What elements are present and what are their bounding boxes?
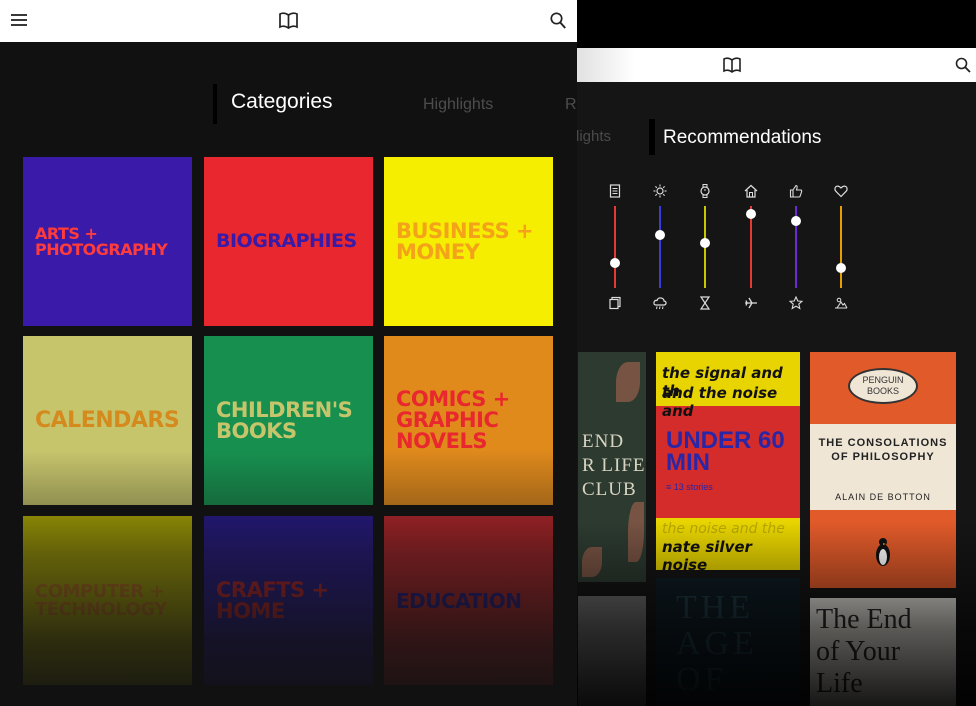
leaf-pattern [628,502,644,562]
open-book-logo-icon[interactable] [723,57,741,73]
book-title-line: THE [676,589,755,626]
book-title-line: AGE OF [676,625,758,698]
active-tab-indicator [213,84,217,124]
top-bar [560,48,976,82]
star-icon [789,296,803,310]
book-title: The End of Your Life [816,604,912,700]
sun-icon [653,184,667,198]
slider-knob[interactable] [610,258,620,269]
mood-sliders [560,178,976,318]
home-icon [744,184,758,198]
book-cover[interactable]: the signal and th and the noise and UNDE… [656,352,800,570]
category-tile[interactable]: CRAFTS + HOME [204,516,373,685]
category-tile[interactable]: COMICS + GRAPHIC NOVELS [384,336,553,505]
mood-slider[interactable] [826,178,856,318]
book-title-line: CLUB [582,479,637,500]
book-title-line: R LIFE [582,455,646,476]
rain-cloud-icon [653,297,667,310]
category-tile[interactable]: COMPUTER + TECHNOLOGY [23,516,192,685]
category-label: COMPUTER + TECHNOLOGY [35,580,167,620]
book-cover[interactable]: The End of Your Life [810,598,956,706]
mood-slider[interactable] [600,178,630,318]
mood-slider[interactable] [736,178,766,318]
hamburger-menu-icon[interactable] [11,12,27,28]
category-label: BUSINESS + MONEY [396,218,534,264]
tab-categories[interactable]: Categories [231,90,333,114]
story-count-label: 13 stories [673,482,713,492]
search-icon[interactable] [955,57,971,73]
slider-track [659,206,661,288]
publisher-name: BOOKS [866,386,899,396]
category-tile[interactable]: ARTS + PHOTOGRAPHY [23,157,192,326]
category-label: CHILDREN'S BOOKS [216,397,353,443]
mood-slider[interactable] [781,178,811,318]
book-author: nate silver noise [662,538,752,570]
slider-knob[interactable] [655,229,665,240]
book-cover[interactable]: END R LIFE CLUB [578,352,646,582]
slider-knob[interactable] [746,209,756,220]
category-label: BIOGRAPHIES [216,230,357,252]
book-title-line: of Your [816,636,901,667]
book-title: THE CONSOLATIONS OF PHILOSOPHY [818,437,948,463]
book-author: ALAIN DE BOTTON [835,492,931,502]
airplane-icon [745,297,757,309]
book-title: END R LIFE CLUB [582,430,646,502]
document-icon [609,184,621,198]
penguin-icon [876,538,890,566]
book-title-line: The End [816,604,912,635]
book-subtitle: and the noise and [662,384,778,420]
story-count: ≡ 13 stories [666,482,713,492]
copy-icon [609,296,621,310]
leaf-pattern [616,362,640,402]
tab-recommendations[interactable]: R [565,96,577,114]
category-label: ARTS + PHOTOGRAPHY [35,223,168,259]
slider-knob[interactable] [836,262,846,273]
book-cover[interactable]: PENGUIN BOOKS THE CONSOLATIONS OF PHILOS… [810,352,956,588]
category-label: EDUCATION [396,588,522,613]
active-tab-indicator [649,119,655,155]
slider-track [840,206,842,288]
category-tile[interactable]: CALENDARS [23,336,192,505]
tab-recommendations[interactable]: Recommendations [663,127,821,149]
open-book-logo-icon[interactable] [279,12,298,29]
category-label: CALENDARS [35,407,180,433]
book-title: UNDER 60 MIN [666,427,785,476]
category-label: COMICS + GRAPHIC NOVELS [396,387,510,453]
sunset-icon [835,297,848,309]
book-cover[interactable]: THE AGE OF [656,578,800,706]
slider-knob[interactable] [700,237,710,248]
category-tile[interactable]: BUSINESS + MONEY [384,157,553,326]
mood-slider[interactable] [690,178,720,318]
category-tile[interactable]: BIOGRAPHIES [204,157,373,326]
book-grid: END R LIFE CLUB the signal and th and th… [560,348,976,706]
book-header-band: the signal and th and the noise and [656,352,800,420]
book-title: THE AGE OF [676,590,800,698]
penguin-books-logo: PENGUIN BOOKS [848,368,918,404]
publisher-name: PENGUIN [862,375,904,385]
watch-icon [700,184,710,198]
slider-track [614,206,616,288]
book-cover-portrait[interactable] [578,596,646,706]
category-tile[interactable]: EDUCATION [384,516,553,685]
category-tile[interactable]: CHILDREN'S BOOKS [204,336,373,505]
thumbs-up-icon [789,184,803,198]
book-footer-band: the noise and the nate silver noise [656,518,800,570]
mood-slider[interactable] [645,178,675,318]
search-icon[interactable] [550,12,566,29]
heart-icon [834,185,848,198]
leaf-pattern [582,547,602,577]
book-subtitle: the noise and the [662,521,785,537]
slider-knob[interactable] [791,215,801,226]
hourglass-icon [699,296,711,310]
recommendations-screen: lights Recommendations END R LIFE CLUB t… [560,48,976,706]
tab-highlights[interactable]: Highlights [423,96,493,114]
categories-screen: Categories Highlights R ARTS + PHOTOGRAP… [0,0,577,706]
book-title-line: END [582,431,625,452]
top-bar [0,0,577,42]
book-title-line: Life [816,668,863,699]
tab-highlights[interactable]: lights [576,128,611,145]
category-label: CRAFTS + HOME [216,577,329,623]
